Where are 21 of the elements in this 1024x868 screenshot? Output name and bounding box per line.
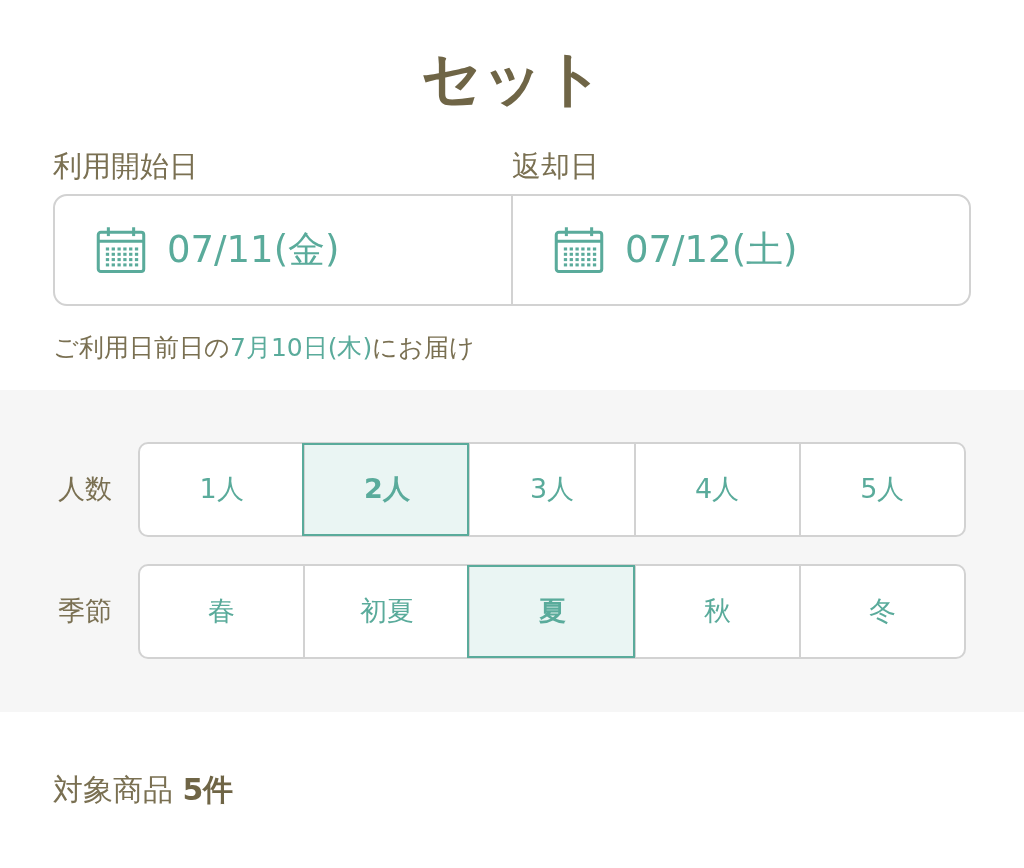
- segment-option[interactable]: 春: [140, 566, 304, 657]
- segment-option[interactable]: 5人: [798, 444, 964, 535]
- delivery-note: ご利用日前日の7月10日(木)にお届け: [53, 332, 476, 364]
- date-value[interactable]: 07/11(金): [167, 222, 340, 278]
- segment-option[interactable]: 3人: [468, 444, 634, 535]
- segment-option[interactable]: 秋: [633, 566, 799, 657]
- date-label: 利用開始日: [53, 149, 198, 183]
- calendar-icon: [553, 226, 605, 274]
- page-title: セット: [420, 42, 604, 115]
- date-label: 返却日: [512, 149, 599, 183]
- segment-option[interactable]: 冬: [798, 566, 964, 657]
- segment-option[interactable]: 4人: [633, 444, 799, 535]
- filter-label: 季節: [58, 594, 113, 629]
- result-count: 対象商品 5件: [53, 771, 234, 809]
- segment-option[interactable]: 1人: [140, 444, 304, 535]
- date-range-field[interactable]: 07/11(金) 07/12(土): [53, 194, 971, 306]
- segment-option[interactable]: 2人: [303, 444, 469, 535]
- calendar-icon: [95, 226, 147, 274]
- segment-option[interactable]: 夏: [468, 566, 634, 657]
- date-value[interactable]: 07/12(土): [625, 222, 798, 278]
- filter-label: 人数: [58, 472, 113, 507]
